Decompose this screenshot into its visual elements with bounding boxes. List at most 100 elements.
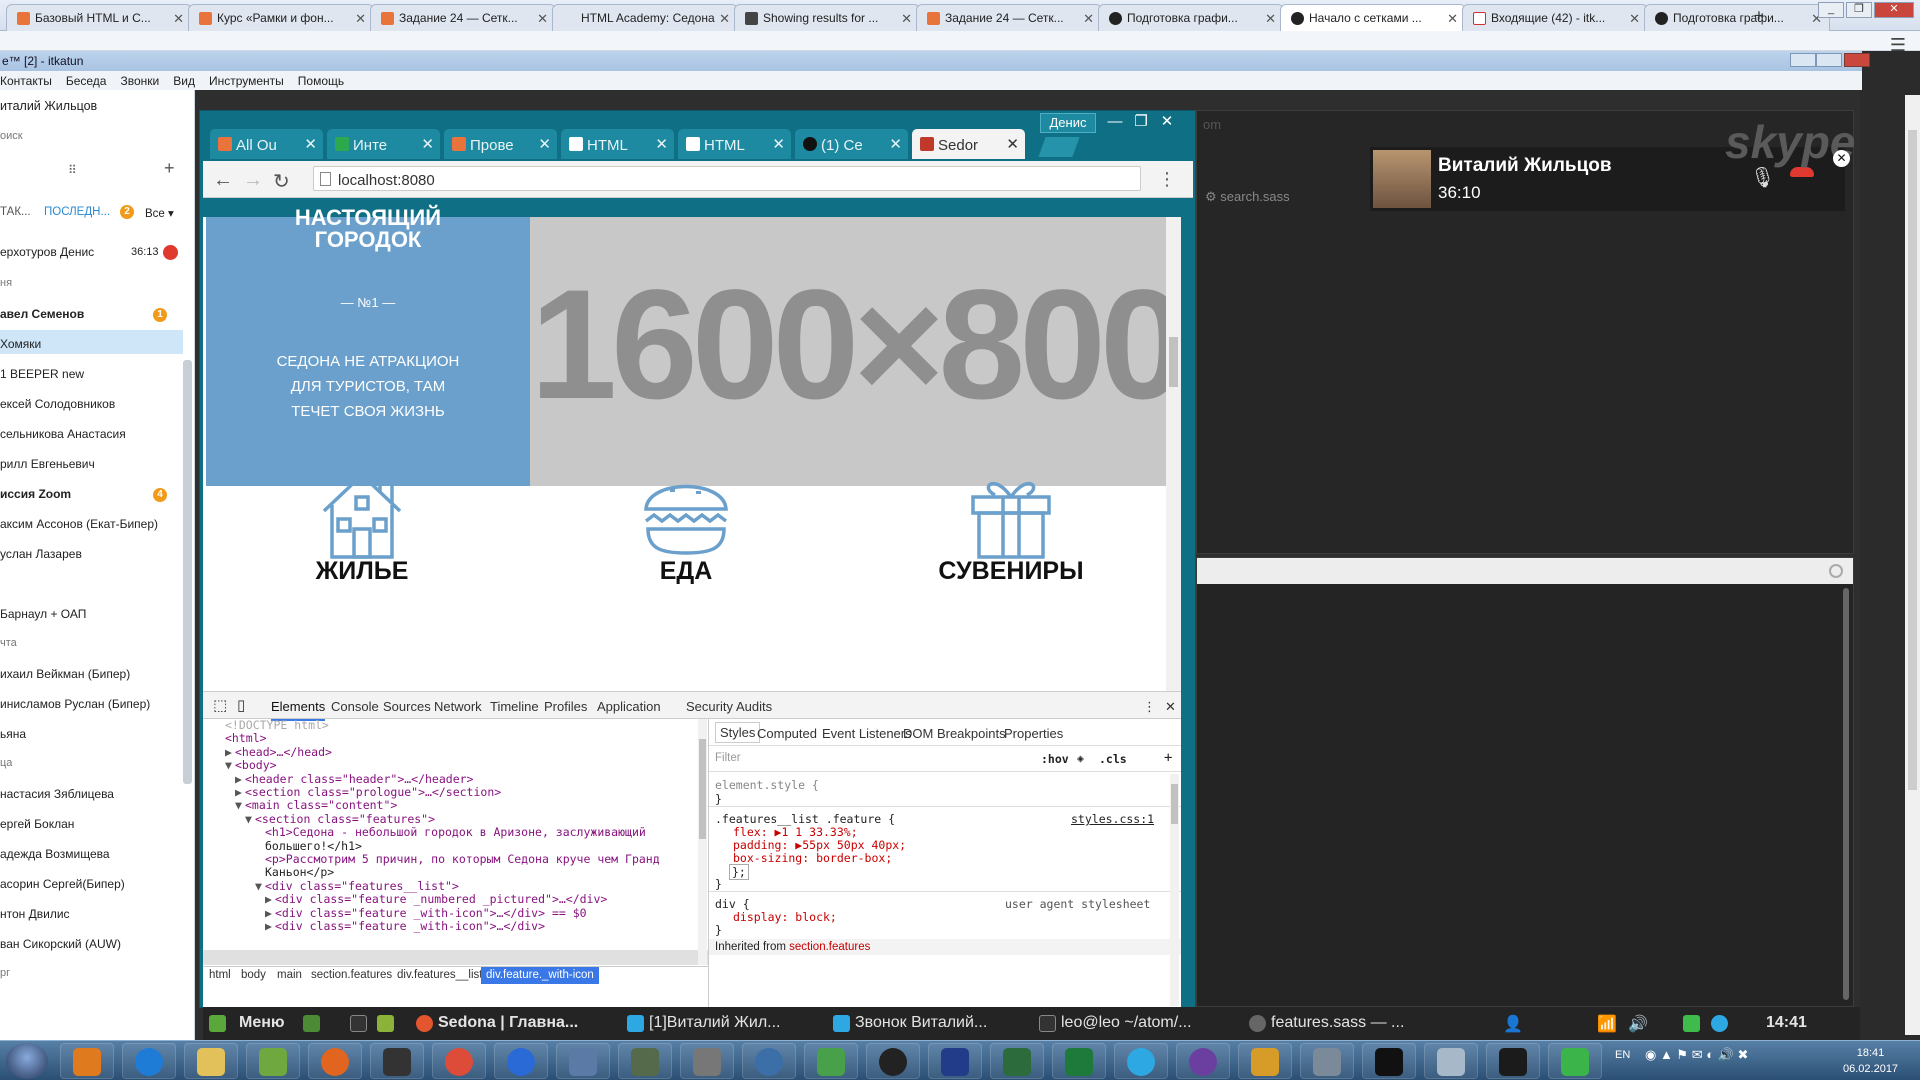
contact-item[interactable]: аксим Ассонов (Екат-Бипер) [0, 517, 158, 531]
expanded-triangle-icon[interactable]: ▼ [255, 879, 265, 893]
breadcrumb-item[interactable]: div.features__list [397, 969, 482, 981]
outer-scrollbar-thumb[interactable] [1908, 130, 1917, 790]
styles-scrollbar-thumb[interactable] [1171, 784, 1178, 824]
dom-node-line[interactable]: ▼ <div class="features__list"> [255, 879, 459, 893]
close-icon[interactable]: ✕ [772, 135, 785, 153]
contact-item[interactable]: настасия Зяблицева [0, 787, 114, 801]
styles-tab-event-listeners[interactable]: Event Listeners [822, 726, 912, 741]
contact-item[interactable]: ван Сикорский (AUW) [0, 937, 121, 951]
dom-node-line[interactable]: ▶ <div class="feature _with-icon">…</div>… [265, 906, 587, 920]
skype-minimize-button[interactable] [1790, 53, 1816, 67]
collapsed-triangle-icon[interactable]: ▶ [265, 892, 275, 906]
check-icon[interactable] [1683, 1015, 1700, 1032]
dom-node-line[interactable]: ▼ <body> [225, 758, 277, 772]
close-icon[interactable]: ✕ [537, 11, 548, 27]
system-clock[interactable]: 18:41 06.02.2017 [1843, 1045, 1898, 1077]
styles-filter-input[interactable]: Filter [715, 752, 741, 764]
close-icon[interactable]: ✕ [421, 135, 434, 153]
contact-item[interactable]: иссия Zoom [0, 487, 71, 501]
outer-page-scrollbar[interactable] [1905, 95, 1920, 1035]
add-contact-button[interactable]: + [164, 158, 175, 179]
elements-scrollbar[interactable] [698, 719, 707, 965]
new-tab-button[interactable]: + [1754, 6, 1764, 26]
devtools-tab-elements[interactable]: Elements [271, 699, 326, 721]
outer-tab[interactable]: Курс «Рамки и фон... ✕ [188, 4, 374, 31]
outer-tab[interactable]: Задание 24 — Сетк... ✕ [370, 4, 556, 31]
devtools-tab-network[interactable]: Network [434, 699, 482, 714]
contact-item[interactable]: услан Лазарев [0, 547, 82, 561]
expanded-triangle-icon[interactable]: ▼ [235, 798, 245, 812]
turtle-icon[interactable] [631, 1048, 659, 1076]
close-icon[interactable]: ✕ [1006, 135, 1019, 153]
skype-menu-item[interactable]: Беседа [66, 71, 107, 88]
filter-all-dropdown[interactable]: Все ▾ [145, 206, 174, 220]
devtools-menu-icon[interactable]: ⋮ [1143, 699, 1156, 715]
restore-button[interactable]: ❐ [1846, 2, 1872, 18]
database-icon[interactable] [693, 1048, 721, 1076]
language-indicator[interactable]: EN [1615, 1049, 1630, 1061]
breadcrumb-item[interactable]: section.features [311, 969, 392, 981]
excel-icon[interactable] [1065, 1048, 1093, 1076]
save-icon[interactable] [941, 1048, 969, 1076]
style-declaration[interactable]: padding: ▶55px 50px 40px; [733, 838, 906, 852]
close-call-overlay-icon[interactable]: ✕ [1833, 150, 1850, 167]
browser-menu-icon[interactable]: ☰ [1890, 35, 1906, 56]
search-input[interactable]: оиск [0, 130, 23, 142]
chrome-icon[interactable] [445, 1048, 473, 1076]
contact-item[interactable]: ихаил Вейкман (Бипер) [0, 667, 130, 681]
collapsed-triangle-icon[interactable]: ▶ [225, 745, 235, 759]
inspect-element-icon[interactable]: ⬚ [213, 696, 227, 714]
reload-icon[interactable]: ↻ [273, 169, 290, 194]
hover-state-toggle[interactable]: :hov [1041, 752, 1069, 766]
contact-item[interactable]: нтон Двилис [0, 907, 70, 921]
desktop-icon[interactable] [303, 1015, 320, 1032]
back-arrow-icon[interactable]: ← [213, 169, 233, 192]
page-scrollbar[interactable] [1166, 217, 1181, 691]
cmd-icon[interactable] [1375, 1048, 1403, 1076]
sublime-icon[interactable] [1251, 1048, 1279, 1076]
profile-name[interactable]: италий Жильцов [0, 99, 97, 113]
outer-tab[interactable]: HTML Academy: Седона ✕ [552, 4, 738, 31]
minimize-button[interactable]: _ [1818, 2, 1844, 18]
monitor-icon[interactable] [1003, 1048, 1031, 1076]
close-icon[interactable]: ✕ [719, 11, 730, 27]
new-tab-button[interactable] [1038, 137, 1080, 157]
mint-menu-icon[interactable] [209, 1015, 226, 1032]
devtools-tab-profiles[interactable]: Profiles [544, 699, 587, 714]
color-format-icon[interactable]: ◈ [1077, 751, 1084, 765]
task-atom[interactable]: features.sass — ... [1271, 1014, 1404, 1032]
contact-item[interactable]: асорин Сергей(Бипер) [0, 877, 125, 891]
contact-item[interactable]: авел Семенов [0, 307, 84, 321]
styles-tab-computed[interactable]: Computed [757, 726, 817, 741]
dom-node-line[interactable]: ▼ <section class="features"> [245, 812, 435, 826]
close-icon[interactable]: ✕ [1629, 11, 1640, 27]
close-icon[interactable]: ✕ [655, 135, 668, 153]
folder-icon[interactable] [377, 1015, 394, 1032]
address-bar[interactable]: localhost:8080 [313, 166, 1141, 191]
explorer-icon[interactable] [197, 1048, 225, 1076]
dom-node-line[interactable]: <h1>Седона - небольшой городок в Аризоне… [255, 825, 646, 839]
style-declaration-editor[interactable]: }; [729, 864, 749, 880]
chrome-tab[interactable]: (1) Се ✕ [795, 129, 908, 159]
firefox-icon[interactable] [321, 1048, 349, 1076]
secondary-window-scrollbar[interactable] [1843, 588, 1849, 1000]
styles-tab-styles[interactable]: Styles [715, 722, 761, 743]
skype-icon[interactable] [1127, 1048, 1155, 1076]
chrome-icon[interactable] [416, 1015, 433, 1032]
outer-tab[interactable]: Задание 24 — Сетк... ✕ [916, 4, 1102, 31]
outlook-icon[interactable] [73, 1048, 101, 1076]
contact-item[interactable]: адежда Возмищева [0, 847, 110, 861]
device-toolbar-icon[interactable]: ▯ [237, 696, 245, 714]
contact-item[interactable]: рилл Евгеньевич [0, 457, 95, 471]
devtools-tab-sources[interactable]: Sources [383, 699, 431, 714]
task-skype-call[interactable]: Звонок Виталий... [855, 1014, 987, 1032]
headphones-icon[interactable] [383, 1048, 411, 1076]
outer-tab[interactable]: Подготовка графи... ✕ [1098, 4, 1284, 31]
skype-menu-item[interactable]: Помощь [298, 71, 344, 88]
breadcrumb-item[interactable]: main [277, 969, 302, 981]
close-icon[interactable]: ✕ [1083, 11, 1094, 27]
skype-menu-item[interactable]: Звонки [120, 71, 159, 88]
page-scrollbar-thumb[interactable] [1169, 337, 1178, 387]
hangup-icon[interactable] [163, 245, 178, 260]
atom-icon[interactable] [1249, 1015, 1266, 1032]
